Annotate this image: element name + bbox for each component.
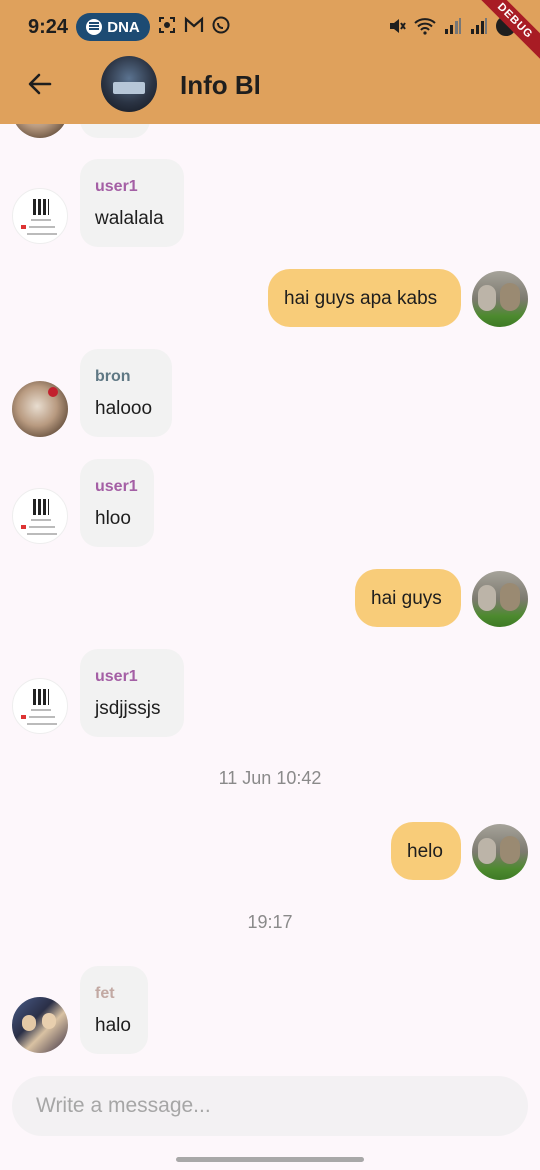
- message-text: halooo: [95, 398, 153, 419]
- sender-name: user1: [95, 178, 138, 195]
- message-bubble-incoming[interactable]: bron halooo: [80, 349, 172, 437]
- message-text: hai guys: [371, 588, 442, 609]
- sender-name: fet: [95, 985, 115, 1002]
- app-bar: 9:24 DNA DEBUG Info Bl: [0, 0, 540, 124]
- date-separator: 11 Jun 10:42: [218, 768, 322, 788]
- sender-name: bron: [95, 368, 131, 385]
- avatar-self[interactable]: [472, 571, 528, 627]
- avatar-user1[interactable]: [12, 678, 68, 734]
- spotify-pill[interactable]: DNA: [76, 13, 150, 41]
- message-bubble-outgoing[interactable]: hai guys apa kabs: [268, 269, 461, 327]
- message-list[interactable]: user1 walalala hai guys apa kabs bron ha…: [0, 124, 540, 1070]
- message-text: halo: [95, 1015, 131, 1036]
- avatar-self[interactable]: [472, 271, 528, 327]
- home-indicator[interactable]: [176, 1157, 364, 1162]
- avatar-bron[interactable]: [12, 381, 68, 437]
- whatsapp-icon: [212, 16, 230, 34]
- message-bubble-incoming[interactable]: user1 hloo: [80, 459, 154, 547]
- avatar-self[interactable]: [472, 824, 528, 880]
- spotify-icon: [86, 19, 103, 35]
- message-bubble-outgoing[interactable]: helo: [391, 822, 461, 880]
- chat-title[interactable]: Info Bl: [180, 70, 261, 101]
- arrow-left-icon[interactable]: [24, 68, 56, 100]
- group-avatar[interactable]: [101, 56, 157, 112]
- message-bubble-outgoing[interactable]: hai guys: [355, 569, 461, 627]
- message-text: helo: [407, 841, 443, 862]
- avatar-fet[interactable]: [12, 997, 68, 1053]
- message-bubble-incoming[interactable]: user1 walalala: [80, 159, 184, 247]
- message-composer[interactable]: [12, 1076, 528, 1136]
- notification-icons: [158, 16, 230, 34]
- message-input[interactable]: [36, 1076, 506, 1136]
- avatar-user1[interactable]: [12, 488, 68, 544]
- signal-icon: [445, 18, 461, 34]
- message-bubble-incoming[interactable]: fet halo: [80, 966, 148, 1054]
- message-bubble-incoming[interactable]: user1 jsdjjssjs: [80, 649, 184, 737]
- message-text: hai guys apa kabs: [284, 288, 438, 309]
- pill-label: DNA: [107, 18, 140, 36]
- sender-name: user1: [95, 668, 138, 685]
- gmail-icon: [184, 16, 204, 32]
- date-separator: 19:17: [247, 912, 293, 932]
- message-text: jsdjjssjs: [95, 698, 161, 719]
- avatar: [12, 124, 68, 138]
- screenshot-icon: [159, 17, 175, 33]
- message-bubble-partial: [80, 124, 150, 138]
- wifi-icon: [414, 18, 436, 35]
- message-text: walalala: [95, 208, 164, 229]
- message-text: hloo: [95, 508, 131, 529]
- status-time: 9:24: [28, 16, 69, 38]
- system-icons: [388, 16, 516, 36]
- mute-icon: [390, 19, 406, 33]
- signal-icon: [471, 18, 487, 34]
- avatar-user1[interactable]: [12, 188, 68, 244]
- sender-name: user1: [95, 478, 138, 495]
- status-bar: 9:24 DNA DEBUG: [0, 0, 540, 67]
